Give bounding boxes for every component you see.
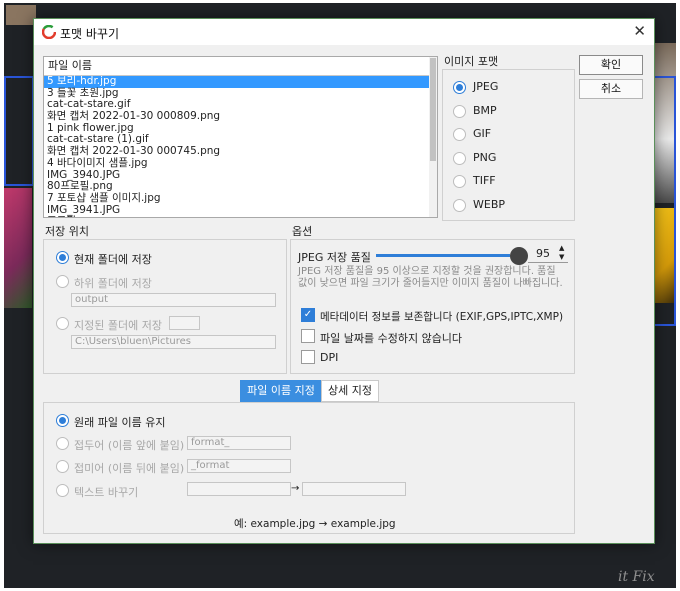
specified-folder-input[interactable]: C:\Users\bluen\Pictures bbox=[71, 335, 276, 349]
suffix-label: 접미어 (이름 뒤에 붙임) bbox=[74, 462, 185, 475]
file-list-item[interactable]: 5 보리-hdr.jpg bbox=[44, 75, 437, 88]
slider-thumb[interactable] bbox=[509, 247, 528, 265]
selection-frame bbox=[4, 76, 34, 186]
file-list-header: 파일 이름 bbox=[44, 57, 437, 76]
selection-frame bbox=[652, 76, 676, 326]
replace-find-input[interactable] bbox=[187, 482, 291, 496]
radio-suffix[interactable] bbox=[56, 460, 69, 473]
dpi-label: DPI bbox=[320, 351, 339, 364]
browse-folder-button[interactable] bbox=[169, 316, 200, 330]
format-label-tiff: TIFF bbox=[473, 174, 496, 187]
radio-specified-folder[interactable] bbox=[56, 317, 69, 330]
radio-keep-original[interactable] bbox=[56, 414, 69, 427]
spin-up-icon[interactable]: ▲ bbox=[559, 244, 564, 252]
file-list[interactable]: 파일 이름 5 보리-hdr.jpg 3 들꽃 초원.jpg cat-cat-sta… bbox=[43, 56, 438, 218]
replace-label: 텍스트 바꾸기 bbox=[74, 486, 139, 499]
current-folder-label: 현재 폴더에 저장 bbox=[74, 253, 152, 266]
slider-fill bbox=[376, 254, 510, 257]
spin-down-icon[interactable]: ▼ bbox=[559, 253, 564, 261]
format-dialog: 포맷 바꾸기 ✕ 파일 이름 5 보리-hdr.jpg 3 들꽃 초원.jpg ca… bbox=[33, 18, 655, 544]
radio-subfolder[interactable] bbox=[56, 275, 69, 288]
format-label-jpeg: JPEG bbox=[473, 80, 499, 93]
suffix-input[interactable]: _format bbox=[187, 459, 291, 473]
keep-metadata-checkbox[interactable]: ✓ bbox=[301, 308, 315, 322]
close-icon[interactable]: ✕ bbox=[633, 22, 646, 40]
keep-date-checkbox[interactable] bbox=[301, 329, 315, 343]
thumbnail bbox=[4, 188, 32, 308]
image-format-label: 이미지 포맷 bbox=[444, 55, 499, 68]
file-list-items: 5 보리-hdr.jpg 3 들꽃 초원.jpg cat-cat-stare.gif… bbox=[44, 75, 437, 217]
file-list-item[interactable]: 프로필.png bbox=[44, 216, 437, 217]
radio-format-jpeg[interactable] bbox=[453, 81, 466, 94]
format-label-webp: WEBP bbox=[473, 197, 506, 211]
watermark: it Fix bbox=[618, 569, 655, 585]
file-list-item[interactable]: 화면 캡처 2022-01-30 000809.png bbox=[44, 110, 437, 123]
file-list-item[interactable]: 7 포토샵 샘플 이미지.jpg bbox=[44, 192, 437, 205]
prefix-label: 접두어 (이름 앞에 붙임) bbox=[74, 439, 185, 452]
file-list-scrollbar[interactable] bbox=[429, 57, 437, 217]
radio-format-bmp[interactable] bbox=[453, 104, 466, 118]
save-location-label: 저장 위치 bbox=[45, 225, 89, 238]
scrollbar-thumb[interactable] bbox=[430, 58, 436, 161]
quality-value: 95 bbox=[536, 247, 550, 260]
radio-current-folder[interactable] bbox=[56, 251, 69, 264]
radio-format-png[interactable] bbox=[453, 151, 466, 165]
radio-format-gif[interactable] bbox=[453, 128, 466, 141]
quality-slider[interactable] bbox=[376, 247, 528, 265]
dpi-checkbox[interactable] bbox=[301, 350, 315, 364]
keep-original-label: 원래 파일 이름 유지 bbox=[74, 416, 166, 429]
file-list-item[interactable]: 4 바다이미지 샘플.jpg bbox=[44, 157, 437, 170]
file-list-item[interactable]: IMG_3941.JPG bbox=[44, 204, 437, 217]
format-label-gif: GIF bbox=[473, 127, 492, 140]
radio-format-tiff[interactable] bbox=[453, 175, 466, 188]
quality-label: JPEG 저장 품질 bbox=[298, 251, 371, 264]
subfolder-input[interactable]: output bbox=[71, 293, 276, 307]
format-label-bmp: BMP bbox=[473, 103, 497, 117]
tab-filename[interactable]: 파일 이름 지정 bbox=[240, 380, 322, 402]
radio-format-webp[interactable] bbox=[453, 198, 466, 212]
radio-replace[interactable] bbox=[56, 484, 69, 497]
naming-example: 예: example.jpg → example.jpg bbox=[234, 518, 396, 530]
radio-prefix[interactable] bbox=[56, 437, 69, 450]
prefix-input[interactable]: format_ bbox=[187, 436, 291, 450]
options-label: 옵션 bbox=[292, 225, 313, 238]
thumbnail bbox=[6, 5, 36, 25]
cancel-button[interactable]: 취소 bbox=[579, 79, 643, 99]
dialog-title: 포맷 바꾸기 bbox=[60, 27, 120, 41]
keep-date-label: 파일 날짜를 수정하지 않습니다 bbox=[320, 332, 463, 345]
tab-detail[interactable]: 상세 지정 bbox=[321, 380, 379, 402]
title-bar: 포맷 바꾸기 ✕ bbox=[34, 19, 654, 45]
subfolder-label: 하위 폴더에 저장 bbox=[74, 277, 152, 290]
format-label-png: PNG bbox=[473, 150, 497, 164]
specified-folder-label: 지정된 폴더에 저장 bbox=[74, 319, 162, 332]
quality-spinbox[interactable]: 95 ▲ ▼ bbox=[528, 244, 568, 263]
ok-button[interactable]: 확인 bbox=[579, 55, 643, 75]
app-icon bbox=[42, 25, 56, 39]
replace-arrow: → bbox=[291, 483, 300, 494]
replace-with-input[interactable] bbox=[302, 482, 406, 496]
quality-hint: JPEG 저장 품질을 95 이상으로 지정할 것을 권장합니다. 품질 값이 … bbox=[298, 266, 563, 289]
keep-metadata-label: 메타데이터 정보를 보존합니다 (EXIF,GPS,IPTC,XMP) bbox=[320, 311, 564, 323]
